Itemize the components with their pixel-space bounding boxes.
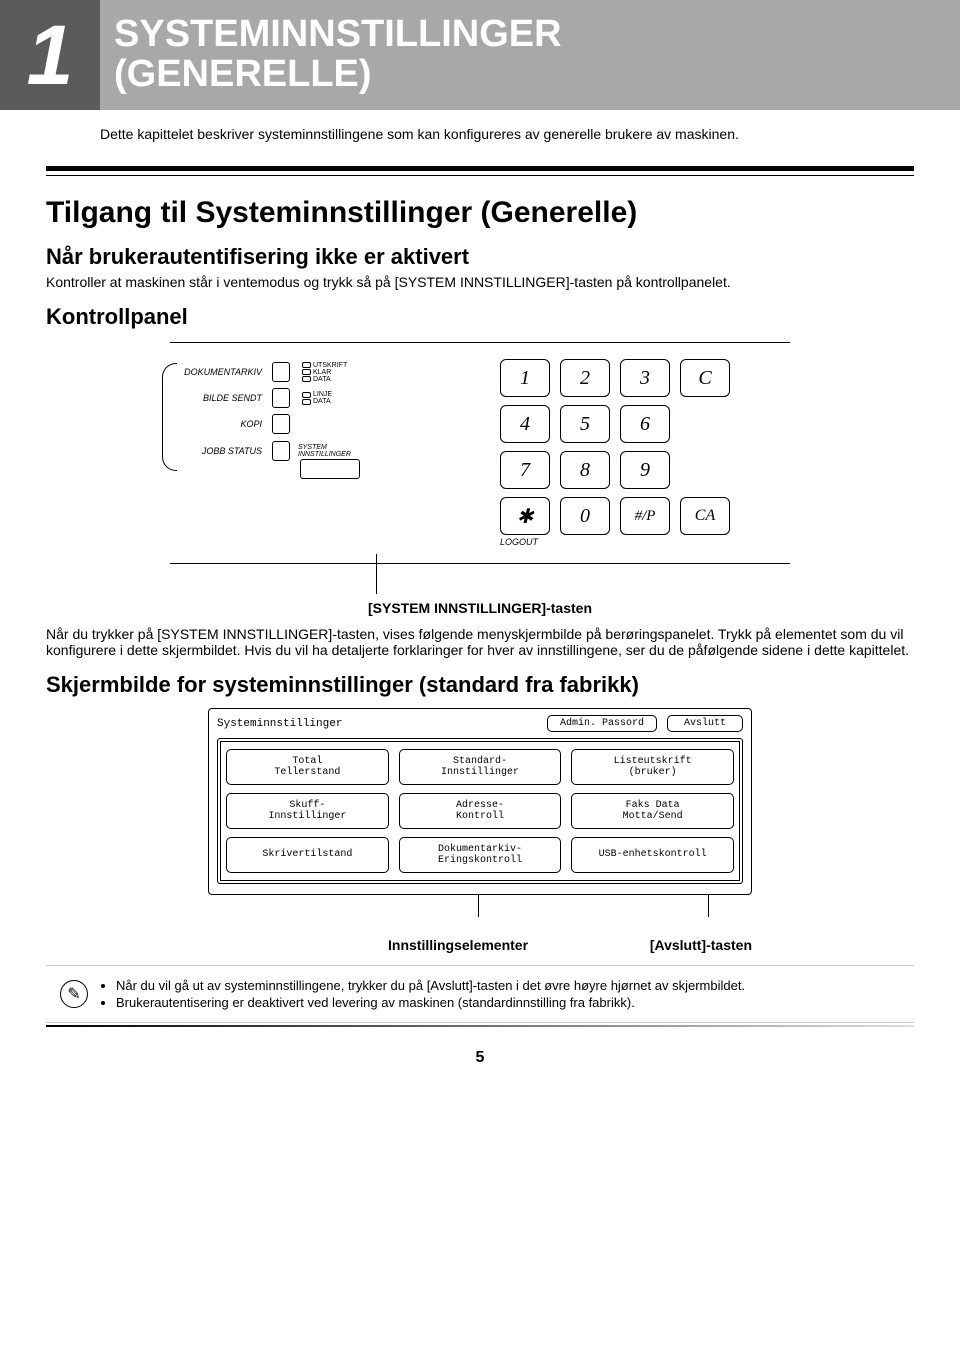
chapter-header: 1 SYSTEMINNSTILLINGER (GENERELLE): [0, 0, 960, 110]
logout-label: LOGOUT: [500, 537, 750, 547]
cp-key-jobstatus[interactable]: [272, 441, 290, 461]
key-c[interactable]: C: [680, 359, 730, 397]
key-9[interactable]: 9: [620, 451, 670, 489]
exit-button[interactable]: Avslutt: [667, 715, 743, 732]
led-label-data-2: DATA: [313, 398, 331, 405]
key-8[interactable]: 8: [560, 451, 610, 489]
setting-dokumentarkiv-eringskontroll[interactable]: Dokumentarkiv-Eringskontroll: [399, 837, 562, 873]
setting-listeutskrift-bruker[interactable]: Listeutskrift(bruker): [571, 749, 734, 785]
chapter-title: SYSTEMINNSTILLINGER (GENERELLE): [100, 0, 960, 110]
screen-title: Systeminnstillinger: [217, 718, 342, 730]
system-settings-screen: Systeminnstillinger Admin. Passord Avslu…: [208, 708, 752, 895]
key-3[interactable]: 3: [620, 359, 670, 397]
setting-standard-innstillinger[interactable]: Standard-Innstillinger: [399, 749, 562, 785]
sysinnst-label-line2: INNSTILLINGER: [298, 451, 351, 458]
led-label-utskrift: UTSKRIFT: [313, 362, 347, 369]
after-cp-body: Når du trykker på [SYSTEM INNSTILLINGER]…: [46, 626, 914, 658]
chapter-title-line1: SYSTEMINNSTILLINGER: [114, 15, 960, 55]
key-2[interactable]: 2: [560, 359, 610, 397]
cp-key-kopi[interactable]: [272, 414, 290, 434]
manual-page: 1 SYSTEMINNSTILLINGER (GENERELLE) Dette …: [0, 0, 960, 1310]
keypad: 1 2 3 C 4 5 6 7 8 9 ✱: [500, 359, 750, 547]
pencil-icon: ✎: [60, 980, 88, 1008]
callout-exit-key: [Avslutt]-tasten: [650, 937, 752, 953]
system-innstillinger-key[interactable]: [300, 459, 360, 479]
admin-password-button[interactable]: Admin. Passord: [547, 715, 657, 732]
control-panel-illustration: DOKUMENTARKIV UTSKRIFT KLAR DATA BILDE S…: [170, 342, 790, 616]
cp-label-kopi: KOPI: [180, 419, 262, 429]
key-7[interactable]: 7: [500, 451, 550, 489]
page-number: 5: [0, 1049, 960, 1067]
subsection-heading-1: Når brukerautentifisering ikke er aktive…: [46, 244, 914, 270]
callout-labels: Innstillingselementer [Avslutt]-tasten: [208, 937, 752, 953]
key-0[interactable]: 0: [560, 497, 610, 535]
setting-faks-data[interactable]: Faks DataMotta/Send: [571, 793, 734, 829]
key-4[interactable]: 4: [500, 405, 550, 443]
divider-double: [46, 166, 914, 176]
cp-row-kopi: KOPI: [180, 411, 460, 437]
cp-label-bildesendt: BILDE SENDT: [180, 393, 262, 403]
control-panel-heading: Kontrollpanel: [46, 304, 914, 330]
cp-row-bildesendt: BILDE SENDT LINJE DATA: [180, 385, 460, 411]
key-ca[interactable]: CA: [680, 497, 730, 535]
pointer-line-sysinnst: [376, 554, 377, 594]
setting-adresse-kontroll[interactable]: Adresse-Kontroll: [399, 793, 562, 829]
control-panel-caption: [SYSTEM INNSTILLINGER]-tasten: [170, 600, 790, 616]
cp-label-dokumentarkiv: DOKUMENTARKIV: [180, 367, 262, 377]
key-5[interactable]: 5: [560, 405, 610, 443]
sysinnst-label-line1: SYSTEM: [298, 444, 351, 451]
section-heading: Tilgang til Systeminnstillinger (Generel…: [46, 196, 914, 230]
gradient-divider: [46, 1025, 914, 1027]
cp-row-dokumentarkiv: DOKUMENTARKIV UTSKRIFT KLAR DATA: [180, 359, 460, 385]
chapter-number: 1: [0, 0, 100, 110]
subsection-body-1: Kontroller at maskinen står i ventemodus…: [46, 274, 914, 290]
setting-skrivertilstand[interactable]: Skrivertilstand: [226, 837, 389, 873]
setting-total-tellerstand[interactable]: TotalTellerstand: [226, 749, 389, 785]
led-label-linje: LINJE: [313, 391, 332, 398]
note-box: ✎ Når du vil gå ut av systeminnstillinge…: [46, 965, 914, 1023]
cp-key-bildesendt[interactable]: [272, 388, 290, 408]
callout-settings-elements: Innstillingselementer: [388, 937, 528, 953]
callout-lines: [208, 895, 752, 917]
led-label-klar: KLAR: [313, 369, 331, 376]
key-star[interactable]: ✱: [500, 497, 550, 535]
cp-row-jobstatus: JOBB STATUS SYSTEM INNSTILLINGER: [180, 441, 460, 461]
setting-usb-enhetskontroll[interactable]: USB-enhetskontroll: [571, 837, 734, 873]
setting-skuff-innstillinger[interactable]: Skuff-Innstillinger: [226, 793, 389, 829]
chapter-title-line2: (GENERELLE): [114, 55, 960, 95]
subsection-heading-2: Skjermbilde for systeminnstillinger (sta…: [46, 672, 914, 698]
note-item-2: Brukerautentisering er deaktivert ved le…: [116, 995, 902, 1010]
key-6[interactable]: 6: [620, 405, 670, 443]
cp-label-jobstatus: JOBB STATUS: [180, 446, 262, 456]
note-item-1: Når du vil gå ut av systeminnstillingene…: [116, 978, 902, 993]
key-1[interactable]: 1: [500, 359, 550, 397]
led-label-data-1: DATA: [313, 376, 331, 383]
key-hash-p[interactable]: #/P: [620, 497, 670, 535]
cp-key-dokumentarkiv[interactable]: [272, 362, 290, 382]
chapter-intro: Dette kapittelet beskriver systeminnstil…: [100, 126, 914, 142]
